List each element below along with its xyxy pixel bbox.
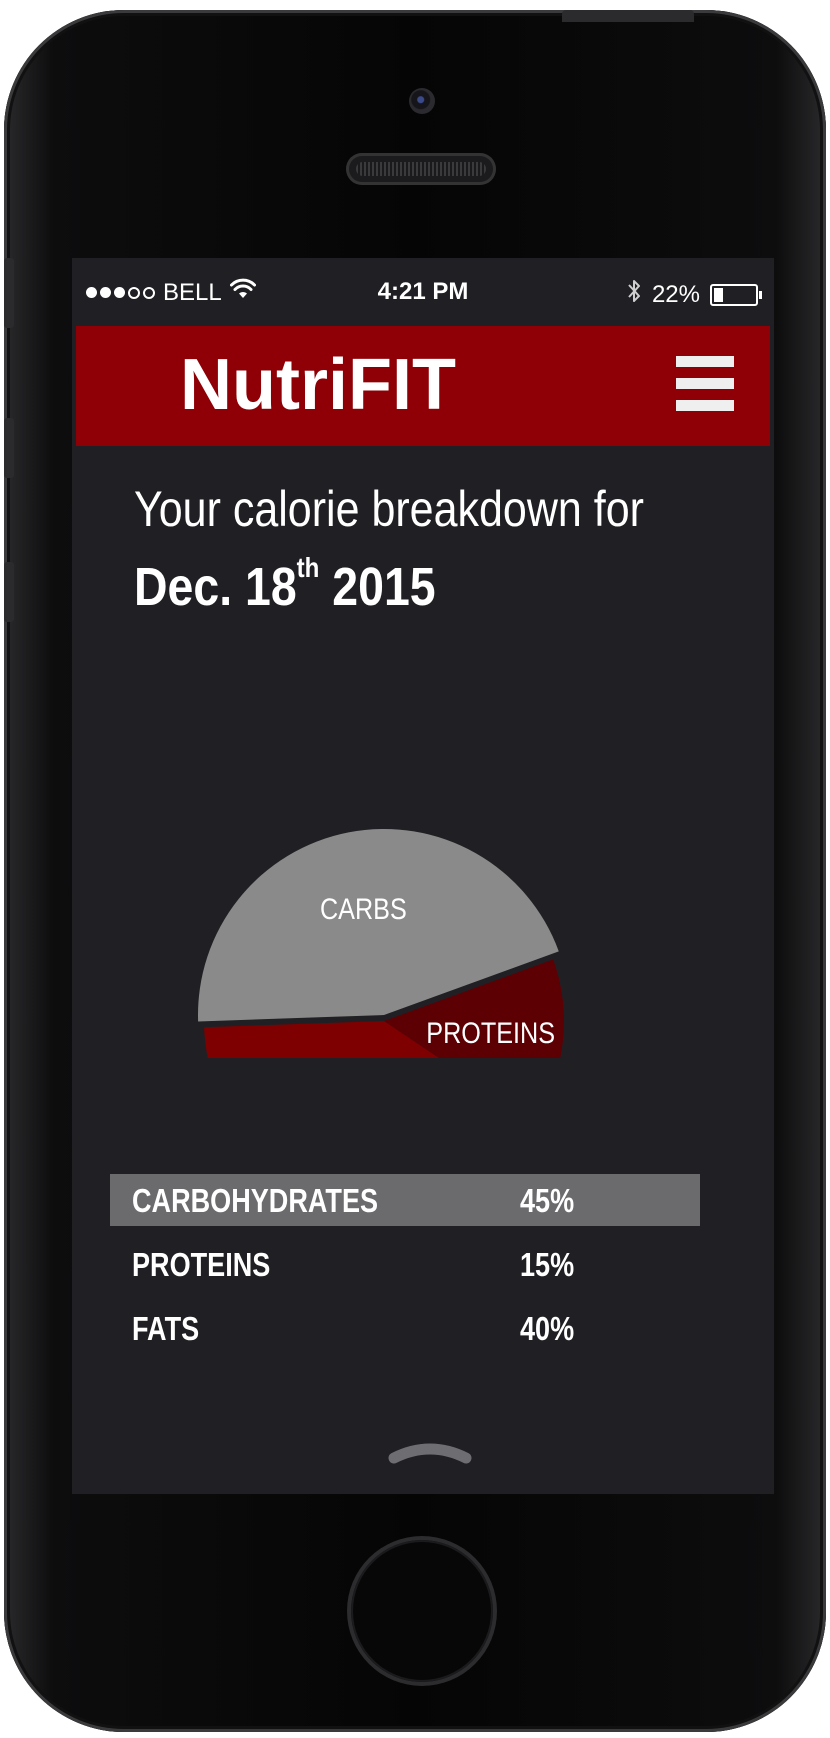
menu-bar xyxy=(676,356,734,367)
macro-label: CARBOHYDRATES xyxy=(132,1182,379,1219)
screen: BELL 4:21 PM 22% NutriFIT Your calorie b… xyxy=(72,258,774,1494)
heading-text: Your calorie breakdown for xyxy=(134,481,644,537)
date-year: 2015 xyxy=(319,557,436,617)
app-title: NutriFIT xyxy=(180,345,456,425)
battery-level xyxy=(714,287,723,302)
macro-percent: 15% xyxy=(520,1246,575,1283)
table-row[interactable]: CARBOHYDRATES 45% xyxy=(110,1174,700,1226)
power-button xyxy=(562,10,694,22)
front-camera xyxy=(409,88,435,114)
date-main: Dec. 18 xyxy=(134,557,297,617)
phone-frame: BELL 4:21 PM 22% NutriFIT Your calorie b… xyxy=(4,10,826,1732)
pie-label-proteins: PROTEINS xyxy=(426,1016,555,1050)
battery-icon xyxy=(710,283,762,306)
macro-label: PROTEINS xyxy=(132,1246,271,1283)
page-heading: Your calorie breakdown for Dec. 18th 201… xyxy=(134,480,727,618)
heading-date: Dec. 18th 2015 xyxy=(134,552,644,618)
home-button[interactable] xyxy=(351,1540,493,1682)
pull-up-handle[interactable] xyxy=(388,1438,472,1466)
macro-label: FATS xyxy=(132,1310,200,1347)
earpiece-speaker xyxy=(346,153,496,185)
status-bar: BELL 4:21 PM 22% xyxy=(72,258,774,324)
status-right: 22% xyxy=(626,278,762,311)
table-row[interactable]: FATS 40% xyxy=(110,1302,700,1354)
menu-bar xyxy=(676,400,734,411)
battery-percent: 22% xyxy=(651,280,700,308)
calorie-pie-chart: PROTEINSFATSCARBS xyxy=(198,829,564,1058)
volume-down-button xyxy=(4,562,14,622)
bluetooth-icon xyxy=(626,278,642,311)
macro-percent: 45% xyxy=(520,1182,575,1219)
volume-up-button xyxy=(4,418,14,478)
macro-percent: 40% xyxy=(520,1310,575,1347)
date-suffix: th xyxy=(296,552,320,583)
app-header: NutriFIT xyxy=(76,326,770,446)
pie-label-carbs: CARBS xyxy=(320,892,407,926)
table-row[interactable]: PROTEINS 15% xyxy=(110,1238,700,1290)
menu-bar xyxy=(676,378,734,389)
mute-switch xyxy=(4,258,14,328)
hamburger-menu-icon[interactable] xyxy=(676,356,734,412)
macro-breakdown-table: CARBOHYDRATES 45% PROTEINS 15% FATS 40% xyxy=(110,1174,700,1366)
